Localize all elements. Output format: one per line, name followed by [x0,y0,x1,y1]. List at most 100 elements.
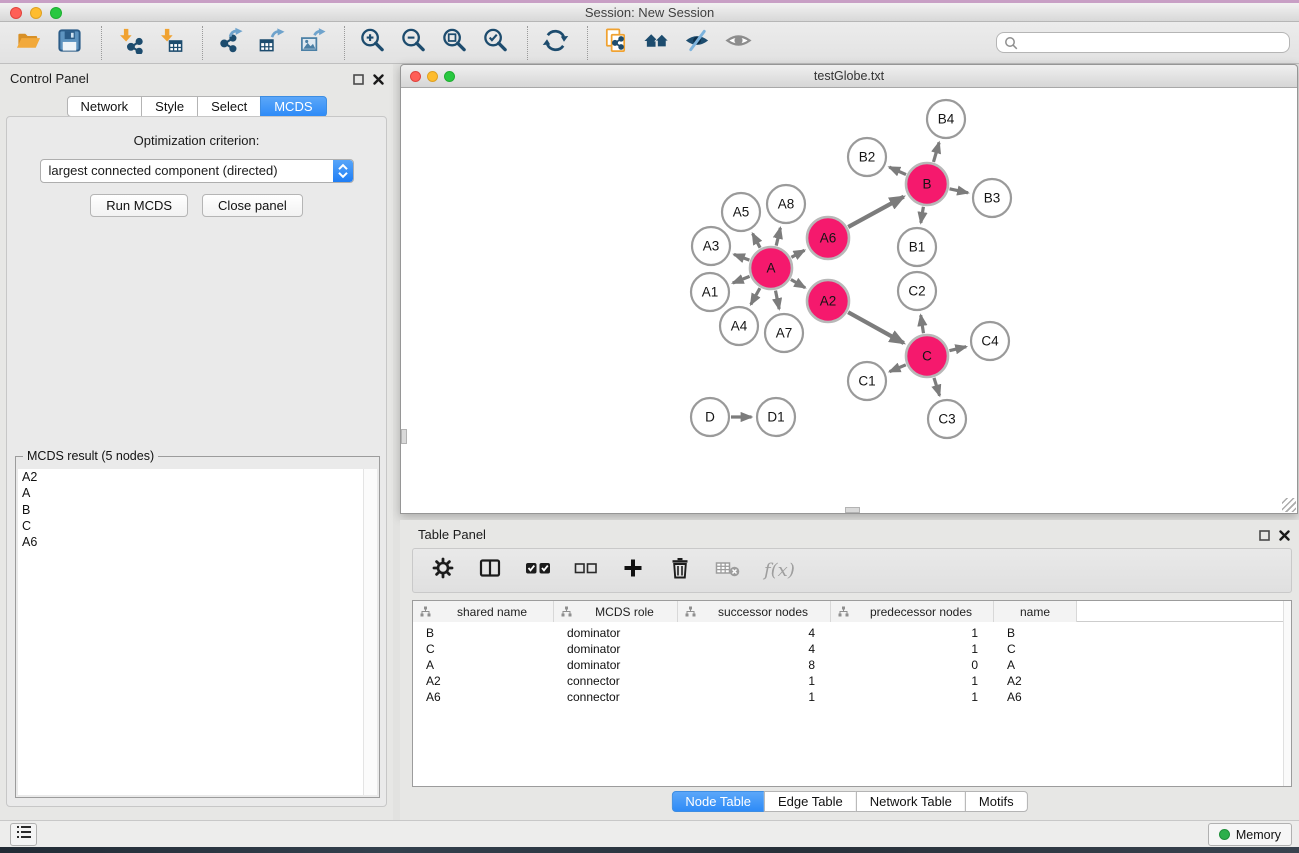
zoom-selected-button[interactable] [477,25,513,61]
edge-C-C2[interactable] [921,315,924,333]
mcds-result-item[interactable]: C [18,518,377,534]
node-B[interactable]: B [906,163,948,205]
select-all-columns-button[interactable] [525,556,551,585]
node-B3[interactable]: B3 [973,179,1011,217]
column-header-name[interactable]: name [994,601,1077,622]
search-input[interactable] [997,33,1289,52]
column-view-button[interactable] [478,556,502,585]
close-panel-icon[interactable] [1279,528,1290,546]
node-C2[interactable]: C2 [898,272,936,310]
tab-select[interactable]: Select [197,96,261,117]
export-table-button[interactable] [253,25,289,61]
network-window-titlebar[interactable]: testGlobe.txt [401,65,1297,88]
hide-graphics-button[interactable] [679,25,715,61]
import-network-button[interactable] [111,25,147,61]
edge-B-B4[interactable] [934,143,940,162]
tab-edge-table[interactable]: Edge Table [764,791,857,812]
node-A5[interactable]: A5 [722,193,760,231]
panel-splitter-handle-left[interactable] [401,429,407,444]
edge-A6-B[interactable] [848,197,904,227]
home-button[interactable] [638,25,674,61]
network-close-button[interactable] [410,71,421,82]
node-A2[interactable]: A2 [807,280,849,322]
column-header-successor-nodes[interactable]: successor nodes [678,601,831,622]
tab-style[interactable]: Style [141,96,198,117]
table-row[interactable]: A2connector11A2 [413,673,1291,689]
node-A1[interactable]: A1 [691,273,729,311]
memory-button[interactable]: Memory [1208,823,1292,846]
deselect-all-columns-button[interactable] [574,556,598,585]
close-panel-icon[interactable] [373,72,384,90]
optimization-criterion-select[interactable]: largest connected component (directed) [40,159,354,183]
node-B2[interactable]: B2 [848,138,886,176]
edge-C-C4[interactable] [949,347,966,351]
window-resize-grip[interactable] [1282,498,1296,512]
close-window-button[interactable] [10,7,22,19]
edge-A-A4[interactable] [751,288,760,304]
node-A7[interactable]: A7 [765,314,803,352]
export-network-button[interactable] [212,25,248,61]
edge-B-B2[interactable] [889,167,906,175]
zoom-out-button[interactable] [395,25,431,61]
edge-A-A1[interactable] [733,276,750,283]
mcds-result-item[interactable]: A2 [18,469,377,485]
float-panel-icon[interactable] [1259,528,1270,546]
float-panel-icon[interactable] [353,72,364,90]
save-session-button[interactable] [51,25,87,61]
mcds-result-list[interactable]: A2ABCA6 [18,469,377,795]
run-mcds-button[interactable]: Run MCDS [90,194,188,217]
network-from-file-button[interactable] [597,25,633,61]
minimize-window-button[interactable] [30,7,42,19]
node-C1[interactable]: C1 [848,362,886,400]
tab-mcds[interactable]: MCDS [260,96,326,117]
node-A8[interactable]: A8 [767,185,805,223]
node-D[interactable]: D [691,398,729,436]
refresh-button[interactable] [537,25,573,61]
edge-A-A3[interactable] [734,254,749,260]
node-A6[interactable]: A6 [807,217,849,259]
tab-network[interactable]: Network [66,96,142,117]
node-C3[interactable]: C3 [928,400,966,438]
zoom-fit-button[interactable] [436,25,472,61]
tab-motifs[interactable]: Motifs [965,791,1028,812]
network-minimize-button[interactable] [427,71,438,82]
task-history-button[interactable] [10,823,37,846]
table-row[interactable]: Adominator80A [413,657,1291,673]
mcds-result-item[interactable]: A [18,485,377,501]
edge-C-C3[interactable] [934,378,940,396]
node-A[interactable]: A [750,247,792,289]
add-column-button[interactable] [621,556,645,585]
tab-node-table[interactable]: Node Table [671,791,765,812]
mcds-result-item[interactable]: B [18,502,377,518]
delete-table-button[interactable] [715,556,741,585]
edge-A-A6[interactable] [791,250,804,257]
node-D1[interactable]: D1 [757,398,795,436]
node-C4[interactable]: C4 [971,322,1009,360]
column-header-mcds-role[interactable]: MCDS role [554,601,678,622]
table-row[interactable]: Bdominator41B [413,625,1291,641]
open-session-button[interactable] [10,25,46,61]
edge-C-C1[interactable] [890,365,906,372]
function-builder-button[interactable]: f(x) [764,560,795,581]
edge-B-B1[interactable] [921,207,924,223]
fullscreen-window-button[interactable] [50,7,62,19]
delete-column-button[interactable] [668,556,692,585]
node-A4[interactable]: A4 [720,307,758,345]
result-scrollbar-track[interactable] [363,469,377,795]
show-graphics-button[interactable] [720,25,756,61]
column-header-shared-name[interactable]: shared name [413,601,554,622]
tab-network-table[interactable]: Network Table [856,791,966,812]
edge-A-A5[interactable] [753,234,761,248]
close-panel-button[interactable]: Close panel [202,194,303,217]
node-B4[interactable]: B4 [927,100,965,138]
import-table-button[interactable] [152,25,188,61]
mcds-result-item[interactable]: A6 [18,534,377,550]
table-scrollbar-track[interactable] [1283,601,1291,786]
edge-B-B3[interactable] [950,189,969,193]
export-image-button[interactable] [294,25,330,61]
edge-A2-C[interactable] [848,312,904,343]
attribute-options-button[interactable] [431,556,455,585]
table-row[interactable]: A6connector11A6 [413,689,1291,705]
edge-A-A2[interactable] [791,280,805,288]
network-canvas[interactable]: B4B2BB3A5A8A6A3B1AA1C2A2A4A7C4CC1C3DD1 [401,88,1297,513]
